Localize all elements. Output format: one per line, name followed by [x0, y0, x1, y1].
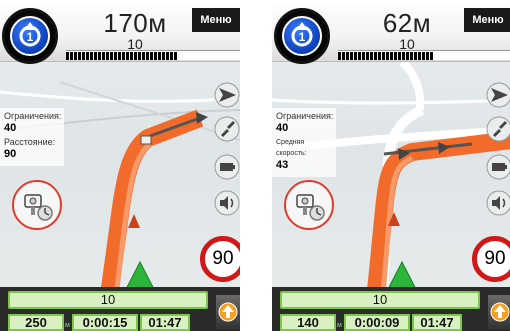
time-remaining-field[interactable]: 0:00:09: [344, 314, 410, 331]
bottom-bar: 10 250 м 0:00:15 01:47: [0, 287, 240, 331]
speed-camera-icon: [24, 194, 53, 221]
speed-camera-marker[interactable]: [12, 180, 62, 230]
speed-limit-sign: 90: [472, 236, 510, 282]
navigation-screen-right: 62м 10 Меню 1 Ограничения: 40 Средняя ск…: [272, 0, 510, 331]
info-panel: Ограничения: 40 Расстояние: 90: [0, 108, 64, 166]
battery-icon: [486, 154, 510, 180]
time-remaining-field[interactable]: 0:00:15: [72, 314, 138, 331]
info-value-limit: 40: [276, 122, 289, 134]
info-value-limit: 40: [4, 122, 17, 134]
zoom-button[interactable]: [486, 116, 510, 142]
info-label-limit: Ограничения:: [276, 111, 334, 121]
distance-unit: м: [337, 322, 342, 329]
compass-arrow-icon: [214, 82, 240, 108]
svg-text:1: 1: [299, 30, 306, 44]
bottom-bar: 10 140 м 0:00:09 01:47: [272, 287, 510, 331]
battery-icon: [214, 154, 240, 180]
roundabout-icon: 1: [291, 22, 313, 47]
expand-button[interactable]: [216, 295, 240, 329]
turn-indicator[interactable]: 1: [274, 8, 330, 64]
volume-icon: [486, 190, 510, 216]
distance-remaining-field[interactable]: 250: [8, 314, 64, 331]
volume-icon: [214, 190, 240, 216]
zoom-button[interactable]: [214, 116, 240, 142]
navigation-screen-left: 170м 10 Меню 1 Ограничения: 40 Расстояни…: [0, 0, 240, 331]
trip-info-fields: 140 м 0:00:09 01:47: [280, 312, 490, 331]
svg-text:1: 1: [27, 30, 34, 44]
zoom-arrows-icon: [214, 116, 240, 142]
turn-indicator[interactable]: 1: [2, 8, 58, 64]
speed-camera-icon: [296, 194, 325, 221]
up-arrow-icon: [218, 302, 238, 322]
up-arrow-icon: [490, 302, 510, 322]
distance-to-turn: 170м: [103, 8, 167, 38]
volume-button[interactable]: [486, 190, 510, 216]
arrival-time-field[interactable]: 01:47: [412, 314, 462, 331]
info-label-distance: Расстояние:: [4, 137, 56, 147]
distance-unit: м: [65, 322, 70, 329]
compass-button[interactable]: [214, 82, 240, 108]
route-progress-bar: [338, 50, 510, 60]
route-progress-fill: [338, 52, 434, 60]
trip-info-fields: 250 м 0:00:15 01:47: [8, 312, 218, 331]
battery-indicator: [486, 154, 510, 180]
info-value-average-speed: 43: [276, 159, 289, 171]
compass-arrow-icon: [486, 82, 510, 108]
info-value-distance: 90: [4, 148, 17, 160]
current-street: 10: [280, 291, 480, 309]
route-progress-bar: [66, 50, 240, 60]
menu-button[interactable]: Меню: [192, 8, 240, 32]
volume-button[interactable]: [214, 190, 240, 216]
info-label-average-speed: Средняя скорость:: [276, 139, 307, 157]
zoom-arrows-icon: [486, 116, 510, 142]
compass-button[interactable]: [486, 82, 510, 108]
speed-limit-sign: 90: [200, 236, 240, 282]
roundabout-icon: 1: [19, 22, 41, 47]
expand-button[interactable]: [488, 295, 510, 329]
info-panel: Ограничения: 40 Средняя скорость: 43: [272, 108, 336, 177]
distance-remaining-field[interactable]: 140: [280, 314, 336, 331]
battery-indicator: [214, 154, 240, 180]
menu-button[interactable]: Меню: [464, 8, 510, 32]
info-label-limit: Ограничения:: [4, 111, 62, 121]
speed-camera-marker[interactable]: [284, 180, 334, 230]
arrival-time-field[interactable]: 01:47: [140, 314, 190, 331]
distance-to-turn: 62м: [382, 8, 432, 38]
current-street: 10: [8, 291, 208, 309]
route-progress-fill: [66, 52, 178, 60]
